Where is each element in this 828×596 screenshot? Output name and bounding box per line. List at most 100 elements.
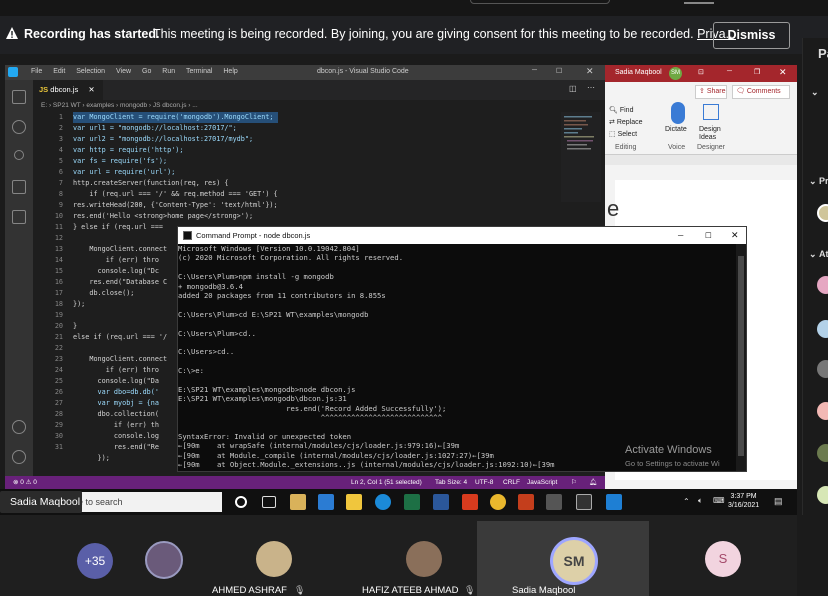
- maximize-icon[interactable]: ☐: [556, 67, 562, 75]
- cmd-scroll-thumb[interactable]: [738, 256, 744, 456]
- attendee-avatar[interactable]: [817, 276, 828, 294]
- code-line[interactable]: var MongoClient = require('mongodb').Mon…: [73, 112, 278, 123]
- menu-terminal[interactable]: Terminal: [186, 68, 212, 75]
- attendee-avatar[interactable]: [817, 360, 828, 378]
- word-minimize-icon[interactable]: ─: [727, 68, 732, 75]
- dictate-button[interactable]: Dictate: [665, 126, 687, 133]
- select-button[interactable]: ⬚ Select: [609, 130, 637, 138]
- code-line[interactable]: var fs = require('fs');: [73, 156, 278, 167]
- comments-button[interactable]: 🗨︎ Comments: [732, 85, 790, 99]
- tab-close-icon[interactable]: ✕: [88, 85, 94, 94]
- gear-icon[interactable]: [12, 450, 26, 464]
- code-line[interactable]: res.writeHead(200, {'Content-Type': 'tex…: [73, 200, 278, 211]
- code-line[interactable]: var url = require('url');: [73, 167, 278, 178]
- more-participants-button[interactable]: +35: [77, 543, 113, 579]
- show-hidden-icons-icon[interactable]: ⌃: [683, 497, 690, 506]
- cmd-maximize-icon[interactable]: ☐: [705, 227, 712, 244]
- cortana-icon[interactable]: [235, 496, 247, 508]
- attendee-avatar[interactable]: [817, 444, 828, 462]
- tab-dbcon-js[interactable]: JS dbcon.js ✕: [33, 80, 103, 100]
- attendee-avatar[interactable]: [817, 320, 828, 338]
- menu-selection[interactable]: Selection: [76, 68, 105, 75]
- tab-size[interactable]: Tab Size: 4: [435, 476, 467, 489]
- notifications-icon[interactable]: 🔔︎: [589, 476, 597, 489]
- vscode-taskbar-icon[interactable]: [606, 494, 622, 510]
- breadcrumb[interactable]: E: › SP21 WT › examples › mongodb › JS d…: [33, 100, 605, 112]
- design-ideas-icon[interactable]: [703, 104, 719, 120]
- code-line[interactable]: var url2 = "mongodb://localhost:27017/my…: [73, 134, 278, 145]
- word-maximize-icon[interactable]: ❐: [754, 68, 760, 76]
- code-line[interactable]: var url1 = "mongodb://localhost:27017/";: [73, 123, 278, 134]
- mail-icon[interactable]: [318, 494, 334, 510]
- participant-avatar-hafiz[interactable]: [406, 541, 442, 577]
- dismiss-button[interactable]: Dismiss: [713, 22, 790, 49]
- language-icon[interactable]: ⌨︎: [713, 496, 725, 505]
- line-ending[interactable]: CRLF: [503, 476, 520, 489]
- menu-edit[interactable]: Edit: [53, 68, 65, 75]
- menu-run[interactable]: Run: [162, 68, 175, 75]
- code-line[interactable]: http.createServer(function(req, res) {: [73, 178, 278, 189]
- ribbon-display-icon[interactable]: ⊡: [698, 68, 704, 76]
- word-icon[interactable]: [433, 494, 449, 510]
- cursor-position[interactable]: Ln 2, Col 1 (51 selected): [351, 476, 422, 489]
- design-ideas-button[interactable]: Design Ideas: [699, 126, 729, 142]
- chrome-icon[interactable]: [490, 494, 506, 510]
- split-editor-icon[interactable]: ◫: [569, 84, 577, 93]
- file-explorer-icon[interactable]: [346, 494, 362, 510]
- teams-icon[interactable]: [546, 494, 562, 510]
- participant-avatar[interactable]: [145, 541, 183, 579]
- cmd-scrollbar[interactable]: [736, 244, 746, 471]
- menu-go[interactable]: Go: [142, 68, 151, 75]
- task-view-icon[interactable]: [262, 496, 276, 508]
- menu-file[interactable]: File: [31, 68, 42, 75]
- code-line[interactable]: var http = require('http');: [73, 145, 278, 156]
- attendee-avatar[interactable]: [817, 486, 828, 504]
- acrobat-icon[interactable]: [462, 494, 478, 510]
- word-user-avatar[interactable]: SM: [669, 67, 682, 80]
- store-icon[interactable]: [290, 494, 306, 510]
- run-debug-icon[interactable]: [12, 180, 26, 194]
- encoding[interactable]: UTF-8: [475, 476, 493, 489]
- problems-indicator[interactable]: ⊗ 0 ⚠ 0: [13, 476, 37, 489]
- menu-view[interactable]: View: [116, 68, 131, 75]
- share-button[interactable]: ⇪ Share: [695, 85, 727, 99]
- code-line[interactable]: res.end('Hello <strong>home page</strong…: [73, 211, 278, 222]
- participant-avatar-s[interactable]: S: [705, 541, 741, 577]
- cmd-output[interactable]: Microsoft Windows [Version 10.0.19042.80…: [178, 244, 736, 471]
- side-collapse-icon-2[interactable]: ⌄: [809, 249, 817, 260]
- presenter-avatar[interactable]: [817, 204, 828, 222]
- minimize-icon[interactable]: ─: [532, 67, 537, 74]
- account-icon[interactable]: [12, 420, 26, 434]
- volume-icon[interactable]: 🔈︎: [698, 496, 703, 506]
- search-icon[interactable]: [12, 120, 26, 134]
- taskbar-clock[interactable]: 3:37 PM 3/16/2021: [728, 492, 759, 510]
- more-actions-icon[interactable]: ⋯: [587, 83, 595, 92]
- feedback-icon[interactable]: ⚐: [571, 476, 577, 489]
- attendee-avatar[interactable]: [817, 402, 828, 420]
- participant-avatar-ahmed[interactable]: [256, 541, 292, 577]
- edge-icon[interactable]: [375, 494, 391, 510]
- word-close-icon[interactable]: ✕: [779, 67, 787, 78]
- action-center-icon[interactable]: ▤: [774, 496, 783, 507]
- minimap[interactable]: [561, 112, 601, 202]
- excel-icon[interactable]: [404, 494, 420, 510]
- close-icon[interactable]: ✕: [586, 66, 594, 77]
- language-mode[interactable]: JavaScript: [527, 476, 557, 489]
- find-button[interactable]: 🔍︎ Find: [609, 106, 633, 114]
- code-line[interactable]: if (req.url === '/' && req.method === 'G…: [73, 189, 277, 200]
- source-control-icon[interactable]: [14, 150, 24, 160]
- explorer-icon[interactable]: [12, 90, 26, 104]
- extensions-icon[interactable]: [12, 210, 26, 224]
- side-chevron-icon[interactable]: ⌄: [811, 87, 819, 98]
- menu-help[interactable]: Help: [223, 68, 237, 75]
- taskbar-search[interactable]: e to search: [62, 492, 222, 512]
- participant-avatar-sadia[interactable]: SM: [550, 537, 598, 585]
- line-number: 2: [58, 124, 63, 132]
- cmd-taskbar-icon[interactable]: [576, 494, 592, 510]
- powerpoint-icon[interactable]: [518, 494, 534, 510]
- microphone-icon[interactable]: [671, 102, 685, 124]
- side-collapse-icon[interactable]: ⌄: [809, 176, 817, 187]
- cmd-minimize-icon[interactable]: ─: [678, 227, 683, 244]
- cmd-close-icon[interactable]: ✕: [731, 227, 739, 244]
- replace-button[interactable]: ⇄ Replace: [609, 118, 643, 126]
